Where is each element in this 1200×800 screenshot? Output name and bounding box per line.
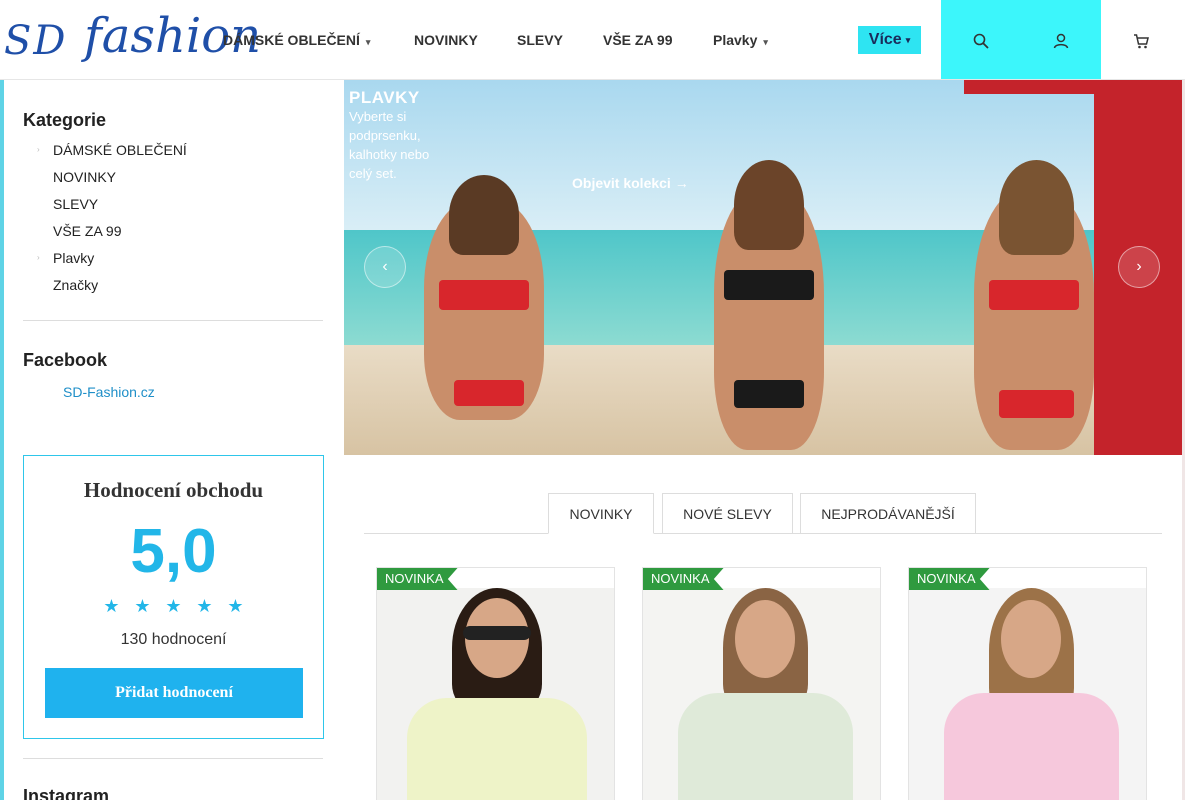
more-label: Více bbox=[868, 31, 902, 48]
search-icon[interactable] bbox=[973, 32, 989, 50]
rating-count: 130 hodnocení bbox=[120, 631, 227, 648]
facebook-heading: Facebook bbox=[23, 350, 108, 370]
product-card[interactable]: NOVINKA bbox=[908, 567, 1147, 800]
chevron-left-icon: ‹ bbox=[382, 258, 388, 275]
category-label: NOVINKY bbox=[53, 169, 117, 185]
lifeguard-roof bbox=[964, 80, 1182, 94]
hero-banner[interactable]: PLAVKY Vyberte si podprsenku, kalhotky n… bbox=[344, 80, 1182, 455]
category-item-novinky[interactable]: NOVINKY bbox=[23, 169, 323, 196]
nav-label: DÁMSKÉ OBLEČENÍ bbox=[223, 32, 360, 48]
logo-sd-text: SD bbox=[4, 18, 68, 64]
model-bikini-bottom bbox=[734, 380, 804, 408]
star-icon: ★ bbox=[165, 596, 182, 616]
chevron-right-icon: › bbox=[1136, 258, 1142, 275]
category-item-damske-obleceni[interactable]: › DÁMSKÉ OBLEČENÍ bbox=[23, 142, 323, 169]
page: SD fashion DÁMSKÉ OBLEČENÍ ▾ NOVINKY SLEV… bbox=[0, 0, 1200, 800]
novinka-badge: NOVINKA bbox=[909, 568, 990, 590]
model-bikini-top bbox=[989, 280, 1079, 310]
model-face bbox=[735, 600, 795, 678]
model-hair bbox=[449, 175, 519, 255]
category-item-vse-za-99[interactable]: VŠE ZA 99 bbox=[23, 223, 323, 250]
category-item-plavky[interactable]: › Plavky bbox=[23, 250, 323, 277]
tab-novinky[interactable]: NOVINKY bbox=[548, 493, 654, 534]
product-shirt bbox=[944, 693, 1119, 800]
nav-item-vse-za-99[interactable]: VŠE ZA 99 bbox=[603, 32, 673, 48]
banner-cta-link[interactable]: Objevit kolekci → bbox=[572, 175, 689, 191]
nav-label: Plavky bbox=[713, 32, 758, 48]
banner-panel-2 bbox=[624, 80, 904, 455]
banner-heading: PLAVKY bbox=[349, 88, 420, 107]
model-bikini-bottom bbox=[454, 380, 524, 406]
expand-icon: › bbox=[37, 145, 40, 154]
tab-nove-slevy[interactable]: NOVÉ SLEVY bbox=[662, 493, 793, 534]
star-icon: ★ bbox=[227, 596, 244, 616]
instagram-heading: Instagram bbox=[23, 786, 110, 800]
more-menu-button[interactable]: Více ▾ bbox=[858, 26, 921, 54]
rating-title: Hodnocení obchodu bbox=[83, 478, 264, 502]
product-card[interactable]: NOVINKA bbox=[376, 567, 615, 800]
category-item-slevy[interactable]: SLEVY bbox=[23, 196, 323, 223]
category-label: SLEVY bbox=[53, 196, 99, 212]
nav-item-damske-obleceni[interactable]: DÁMSKÉ OBLEČENÍ ▾ bbox=[223, 32, 370, 48]
product-shirt bbox=[407, 698, 587, 800]
banner-line: podprsenku, bbox=[349, 128, 421, 143]
banner-line: kalhotky nebo bbox=[349, 147, 430, 162]
nav-label: NOVINKY bbox=[414, 32, 478, 48]
store-rating-widget: Hodnocení obchodu 5,0 ★ ★ ★ ★ ★ 130 hodn… bbox=[23, 455, 324, 739]
category-label: Plavky bbox=[53, 250, 95, 266]
nav-label: VŠE ZA 99 bbox=[603, 32, 673, 48]
category-label: Značky bbox=[53, 277, 99, 293]
category-list: › DÁMSKÉ OBLEČENÍ NOVINKY SLEVY VŠE ZA 99… bbox=[23, 142, 323, 304]
cart-icon[interactable] bbox=[1133, 32, 1149, 50]
sidebar-divider bbox=[23, 320, 323, 321]
star-icon: ★ bbox=[196, 596, 213, 616]
chevron-down-icon: ▾ bbox=[763, 37, 768, 47]
product-image bbox=[909, 588, 1146, 800]
expand-icon: › bbox=[37, 253, 40, 262]
product-card[interactable]: NOVINKA bbox=[642, 567, 881, 800]
banner-next-button[interactable]: › bbox=[1118, 246, 1160, 288]
facebook-page-link[interactable]: SD-Fashion.cz bbox=[63, 384, 155, 400]
category-item-znacky[interactable]: Značky bbox=[23, 277, 323, 304]
product-shirt bbox=[678, 693, 853, 800]
novinka-badge: NOVINKA bbox=[643, 568, 724, 590]
nav-item-plavky[interactable]: Plavky ▾ bbox=[713, 32, 768, 48]
right-edge-strip bbox=[1182, 80, 1185, 800]
rating-score: 5,0 bbox=[130, 517, 217, 586]
banner-text: PLAVKY Vyberte si podprsenku, kalhotky n… bbox=[349, 88, 429, 183]
model-bikini-bottom bbox=[999, 390, 1074, 418]
rating-stars: ★ ★ ★ ★ ★ bbox=[24, 596, 323, 616]
categories-heading: Kategorie bbox=[23, 110, 107, 130]
chevron-down-icon: ▾ bbox=[905, 34, 911, 45]
model-face bbox=[1001, 600, 1061, 678]
product-image bbox=[643, 588, 880, 800]
banner-prev-button[interactable]: ‹ bbox=[364, 246, 406, 288]
novinka-badge: NOVINKA bbox=[377, 568, 458, 590]
category-label: VŠE ZA 99 bbox=[53, 223, 122, 239]
chevron-down-icon: ▾ bbox=[365, 37, 371, 47]
nav-item-novinky[interactable]: NOVINKY bbox=[414, 32, 478, 48]
banner-line: Vyberte si bbox=[349, 109, 407, 124]
star-icon: ★ bbox=[103, 596, 120, 616]
sidebar-divider bbox=[23, 758, 323, 759]
model-hair bbox=[999, 160, 1074, 255]
model-bikini-top bbox=[724, 270, 814, 300]
model-hair bbox=[734, 160, 804, 250]
sunglasses bbox=[463, 626, 531, 640]
tab-nejprodavanejsi[interactable]: NEJPRODÁVANĚJŠÍ bbox=[800, 493, 976, 534]
logo[interactable]: SD fashion bbox=[4, 8, 261, 72]
nav-item-slevy[interactable]: SLEVY bbox=[517, 32, 563, 48]
left-accent-bar bbox=[0, 0, 4, 800]
star-icon: ★ bbox=[134, 596, 151, 616]
nav-label: SLEVY bbox=[517, 32, 563, 48]
category-label: DÁMSKÉ OBLEČENÍ bbox=[53, 142, 187, 158]
header-actions-bg bbox=[941, 0, 1101, 80]
site-header: SD fashion DÁMSKÉ OBLEČENÍ ▾ NOVINKY SLEV… bbox=[0, 0, 1185, 80]
banner-line: celý set. bbox=[349, 166, 397, 181]
add-rating-button[interactable]: Přidat hodnocení bbox=[45, 668, 303, 718]
user-icon[interactable] bbox=[1053, 32, 1069, 50]
product-image bbox=[377, 588, 614, 800]
model-bikini-top bbox=[439, 280, 529, 310]
